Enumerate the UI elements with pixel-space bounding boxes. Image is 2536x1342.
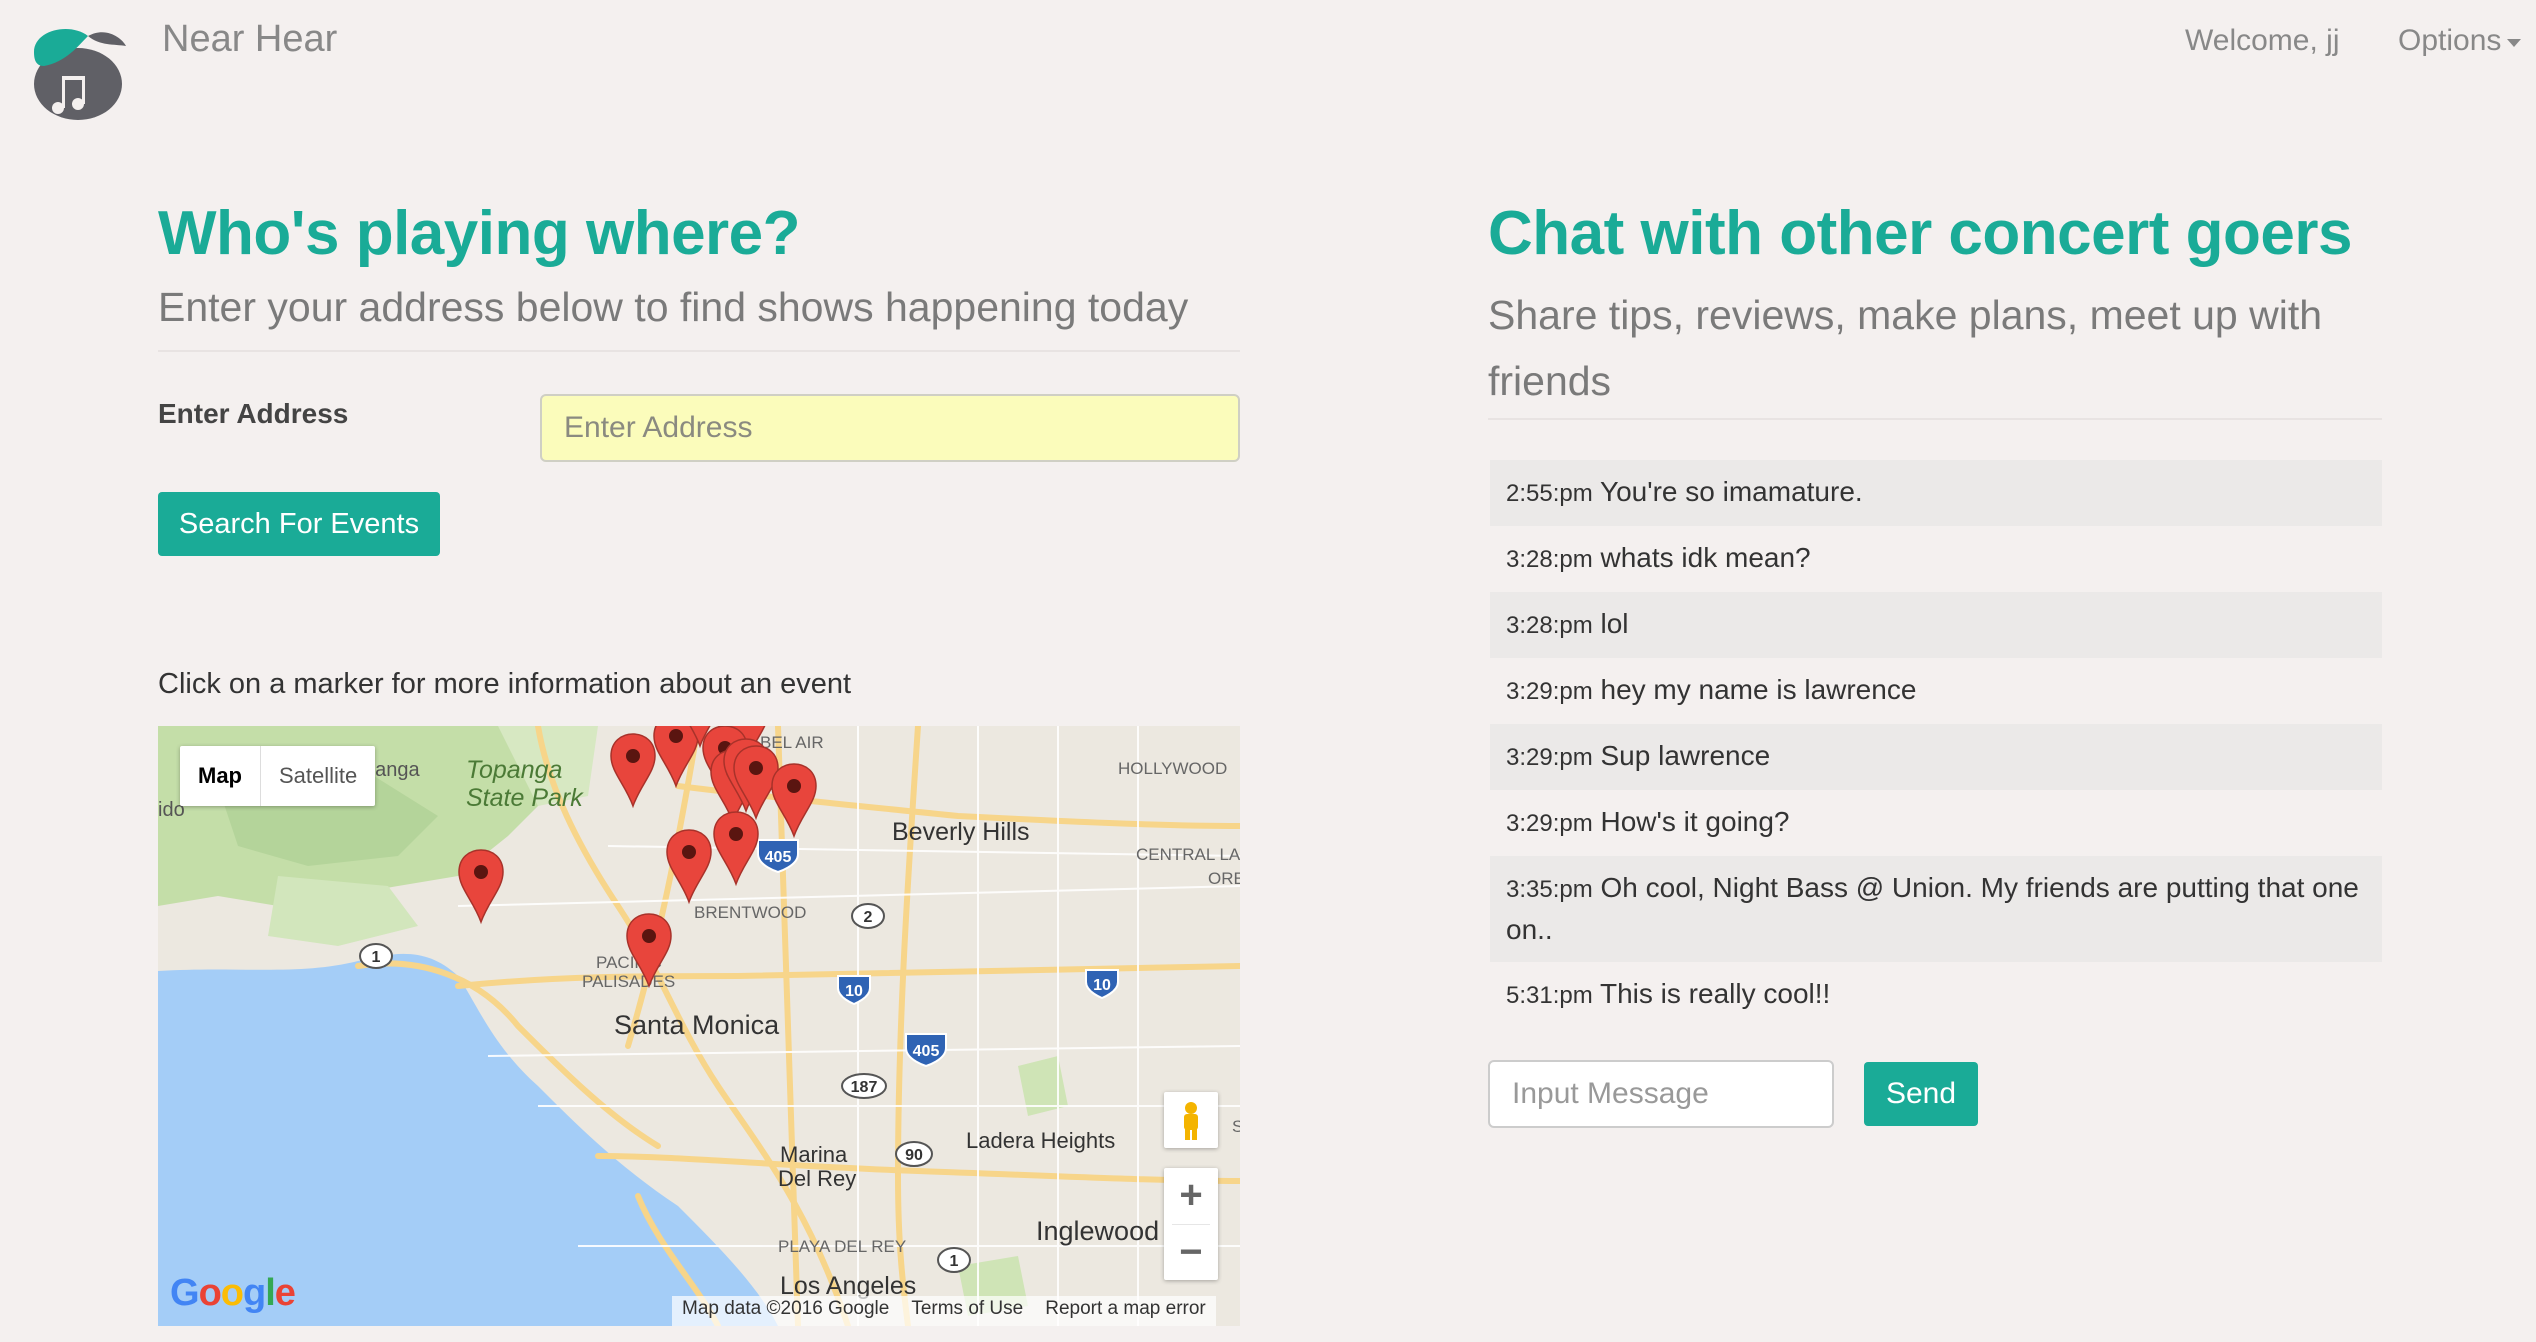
google-logo-letter: g xyxy=(243,1272,266,1314)
google-logo[interactable]: Google xyxy=(170,1272,296,1315)
map-label: S xyxy=(1232,1117,1240,1136)
events-map[interactable]: Topanga State Park panga ido BEL AIR Bev… xyxy=(158,726,1240,1326)
message-timestamp: 3:28:pm xyxy=(1506,612,1593,639)
chat-message: 3:28:pm lol xyxy=(1490,592,2382,658)
events-heading: Who's playing where? xyxy=(158,199,801,268)
welcome-text: Welcome, jj xyxy=(2185,24,2340,57)
map-attribution: Map data ©2016 Google Terms of Use Repor… xyxy=(672,1296,1216,1326)
map-label: Del Rey xyxy=(778,1166,856,1191)
map-label: 10 xyxy=(1093,977,1111,994)
zoom-control: + − xyxy=(1164,1168,1218,1280)
google-logo-letter: e xyxy=(274,1272,296,1314)
near-hear-logo-icon[interactable] xyxy=(26,22,130,126)
google-logo-letter: o xyxy=(220,1272,244,1314)
address-label: Enter Address xyxy=(158,398,349,429)
chat-message: 3:29:pm hey my name is lawrence xyxy=(1490,658,2382,724)
chat-message: 3:28:pm whats idk mean? xyxy=(1490,526,2382,592)
map-label: 187 xyxy=(851,1079,878,1096)
divider xyxy=(1488,418,2382,420)
message-text: This is really cool!! xyxy=(1600,978,1831,1009)
message-input[interactable] xyxy=(1488,1060,1834,1128)
map-hint-text: Click on a marker for more information a… xyxy=(158,668,852,700)
message-timestamp: 3:29:pm xyxy=(1506,744,1593,771)
chat-heading: Chat with other concert goers xyxy=(1488,199,2352,268)
map-data-credit: Map data ©2016 Google xyxy=(682,1298,890,1319)
message-text: lol xyxy=(1600,608,1629,639)
message-timestamp: 3:29:pm xyxy=(1506,678,1593,705)
map-label: 90 xyxy=(905,1147,923,1164)
map-label: PALISADES xyxy=(582,972,675,991)
zoom-out-button[interactable]: − xyxy=(1164,1225,1218,1281)
report-map-error-link[interactable]: Report a map error xyxy=(1045,1298,1206,1324)
map-label: Topanga xyxy=(466,756,562,784)
chat-message: 3:35:pm Oh cool, Night Bass @ Union. My … xyxy=(1490,856,2382,962)
map-type-control: Map Satellite xyxy=(180,746,376,806)
map-label: CENTRAL LA xyxy=(1136,845,1240,864)
message-text: hey my name is lawrence xyxy=(1600,674,1917,705)
map-label: BRENTWOOD xyxy=(694,903,806,922)
google-logo-letter: G xyxy=(170,1272,200,1314)
map-label: Beverly Hills xyxy=(892,818,1030,846)
map-label: State Park xyxy=(466,784,584,812)
map-label: HOLLYWOOD xyxy=(1118,759,1227,778)
send-button[interactable]: Send xyxy=(1864,1062,1978,1126)
street-view-pegman-icon[interactable] xyxy=(1164,1092,1218,1148)
map-label: BEL AIR xyxy=(760,733,824,752)
map-label: Marina xyxy=(780,1142,848,1167)
chat-message: 5:31:pm This is really cool!! xyxy=(1490,962,2382,1028)
message-timestamp: 3:35:pm xyxy=(1506,876,1593,903)
message-timestamp: 2:55:pm xyxy=(1506,480,1593,507)
map-label: Ladera Heights xyxy=(966,1128,1115,1153)
message-timestamp: 3:29:pm xyxy=(1506,810,1593,837)
divider xyxy=(158,350,1240,352)
map-label: 405 xyxy=(765,849,792,866)
zoom-in-button[interactable]: + xyxy=(1164,1168,1218,1224)
events-subheading: Enter your address below to find shows h… xyxy=(158,284,1189,330)
chat-message: 3:29:pm How's it going? xyxy=(1490,790,2382,856)
map-label: 1 xyxy=(372,949,381,966)
google-logo-letter: o xyxy=(198,1272,222,1314)
options-menu[interactable]: Options xyxy=(2398,24,2522,58)
chat-messages: 2:55:pm You're so imamature. 3:28:pm what… xyxy=(1490,460,2382,1028)
map-label: 405 xyxy=(913,1043,940,1060)
terms-of-use-link[interactable]: Terms of Use xyxy=(911,1298,1023,1324)
map-label: Inglewood xyxy=(1036,1216,1159,1246)
map-label: PLAYA DEL REY xyxy=(778,1237,906,1256)
message-text: whats idk mean? xyxy=(1600,542,1811,573)
message-text: Oh cool, Night Bass @ Union. My friends … xyxy=(1506,872,2359,945)
chat-message: 3:29:pm Sup lawrence xyxy=(1490,724,2382,790)
address-input[interactable] xyxy=(540,394,1240,462)
pegman-icon xyxy=(1184,1102,1198,1140)
message-text: Sup lawrence xyxy=(1600,740,1771,771)
brand-name[interactable]: Near Hear xyxy=(162,18,337,61)
chat-message: 2:55:pm You're so imamature. xyxy=(1490,460,2382,526)
options-label: Options xyxy=(2398,24,2502,57)
chevron-down-icon xyxy=(2507,39,2522,47)
chat-subheading: Share tips, reviews, make plans, meet up… xyxy=(1488,292,2323,404)
map-tiles[interactable]: Topanga State Park panga ido BEL AIR Bev… xyxy=(158,726,1240,1326)
map-label: 2 xyxy=(864,909,873,926)
message-text: You're so imamature. xyxy=(1600,476,1863,507)
search-events-button[interactable]: Search For Events xyxy=(158,492,440,556)
message-timestamp: 3:28:pm xyxy=(1506,546,1593,573)
message-text: How's it going? xyxy=(1600,806,1790,837)
map-label: 10 xyxy=(845,983,863,1000)
message-timestamp: 5:31:pm xyxy=(1506,982,1593,1009)
map-label: 1 xyxy=(950,1253,959,1270)
map-label: Santa Monica xyxy=(614,1010,780,1040)
navbar: Near Hear Welcome, jj Options xyxy=(0,0,2536,130)
map-label: ORE xyxy=(1208,869,1240,888)
google-logo-letter: l xyxy=(265,1272,276,1314)
map-type-satellite-button[interactable]: Satellite xyxy=(261,746,375,806)
map-type-map-button[interactable]: Map xyxy=(180,746,260,806)
